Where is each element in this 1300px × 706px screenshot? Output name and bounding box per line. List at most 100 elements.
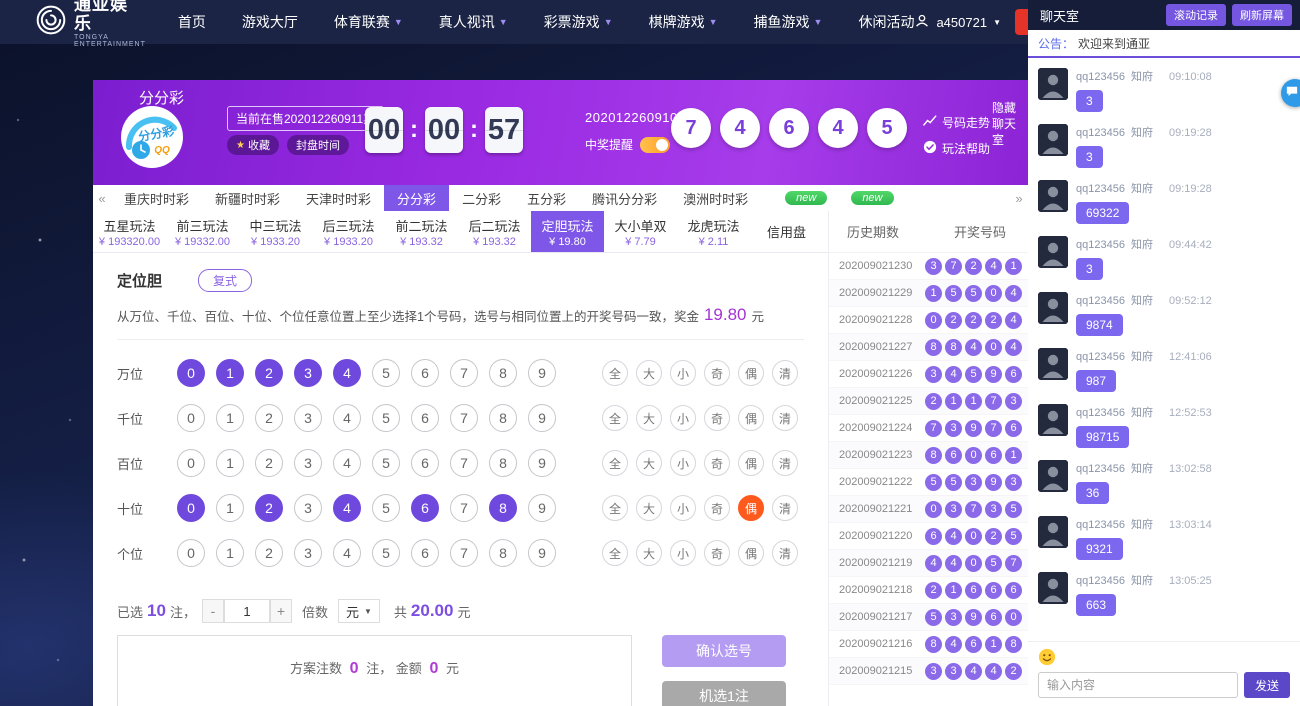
number-ball[interactable]: 9 xyxy=(528,404,556,432)
mode-pill-button[interactable]: 复式 xyxy=(198,269,252,292)
lottery-tab[interactable]: 五分彩 xyxy=(514,185,579,211)
number-ball[interactable]: 8 xyxy=(489,539,517,567)
number-ball[interactable]: 9 xyxy=(528,449,556,477)
trend-link[interactable]: 号码走势 xyxy=(923,114,990,131)
quick-select-button[interactable]: 清 xyxy=(772,360,798,386)
unit-select[interactable]: 元 ▼ xyxy=(338,599,380,623)
tabs-prev-arrow[interactable]: « xyxy=(93,185,111,211)
nav-item[interactable]: 体育联赛▼ xyxy=(334,12,403,32)
nav-item[interactable]: 棋牌游戏▼ xyxy=(649,12,718,32)
number-ball[interactable]: 8 xyxy=(489,359,517,387)
play-method-tab[interactable]: 信用盘 xyxy=(750,211,823,252)
number-ball[interactable]: 3 xyxy=(294,359,322,387)
play-method-tab[interactable]: 龙虎玩法¥ 2.11 xyxy=(677,211,750,252)
number-ball[interactable]: 1 xyxy=(216,359,244,387)
number-ball[interactable]: 9 xyxy=(528,539,556,567)
play-method-tab[interactable]: 定胆玩法¥ 19.80 xyxy=(531,211,604,252)
number-ball[interactable]: 5 xyxy=(372,494,400,522)
random-pick-button[interactable]: 机选1注 xyxy=(662,681,786,706)
number-ball[interactable]: 5 xyxy=(372,539,400,567)
number-ball[interactable]: 6 xyxy=(411,539,439,567)
quick-select-button[interactable]: 小 xyxy=(670,495,696,521)
number-ball[interactable]: 3 xyxy=(294,404,322,432)
nav-item[interactable]: 休闲活动 xyxy=(858,12,914,32)
nav-item[interactable]: 真人视讯▼ xyxy=(439,12,508,32)
quick-select-button[interactable]: 小 xyxy=(670,450,696,476)
quick-select-button[interactable]: 小 xyxy=(670,540,696,566)
multiplier-input[interactable] xyxy=(224,599,270,623)
hide-chat-button[interactable]: 隐藏聊天室 xyxy=(992,100,1026,148)
quick-select-button[interactable]: 偶 xyxy=(738,360,764,386)
quick-select-button[interactable]: 大 xyxy=(636,495,662,521)
quick-select-button[interactable]: 全 xyxy=(602,495,628,521)
number-ball[interactable]: 4 xyxy=(333,449,361,477)
number-ball[interactable]: 0 xyxy=(177,359,205,387)
play-method-tab[interactable]: 中三玩法¥ 1933.20 xyxy=(239,211,312,252)
quick-select-button[interactable]: 清 xyxy=(772,540,798,566)
number-ball[interactable]: 2 xyxy=(255,359,283,387)
number-ball[interactable]: 3 xyxy=(294,494,322,522)
number-ball[interactable]: 2 xyxy=(255,404,283,432)
number-ball[interactable]: 0 xyxy=(177,449,205,477)
quick-select-button[interactable]: 大 xyxy=(636,450,662,476)
quick-select-button[interactable]: 全 xyxy=(602,360,628,386)
quick-select-button[interactable]: 小 xyxy=(670,405,696,431)
lottery-tab[interactable]: 分分彩 xyxy=(384,185,449,211)
number-ball[interactable]: 8 xyxy=(489,404,517,432)
win-alert-toggle[interactable] xyxy=(640,137,670,153)
new-badge[interactable]: new xyxy=(785,191,827,205)
number-ball[interactable]: 6 xyxy=(411,449,439,477)
number-ball[interactable]: 8 xyxy=(489,449,517,477)
play-method-tab[interactable]: 五星玩法¥ 193320.00 xyxy=(93,211,166,252)
quick-select-button[interactable]: 奇 xyxy=(704,360,730,386)
quick-select-button[interactable]: 奇 xyxy=(704,405,730,431)
number-ball[interactable]: 0 xyxy=(177,404,205,432)
quick-select-button[interactable]: 大 xyxy=(636,540,662,566)
number-ball[interactable]: 2 xyxy=(255,494,283,522)
nav-item[interactable]: 首页 xyxy=(178,12,206,32)
number-ball[interactable]: 1 xyxy=(216,404,244,432)
quick-select-button[interactable]: 全 xyxy=(602,540,628,566)
quick-select-button[interactable]: 偶 xyxy=(738,495,764,521)
help-link[interactable]: 玩法帮助 xyxy=(923,140,990,157)
number-ball[interactable]: 9 xyxy=(528,359,556,387)
user-menu[interactable]: a450721 ▼ xyxy=(914,13,1001,32)
number-ball[interactable]: 6 xyxy=(411,404,439,432)
number-ball[interactable]: 1 xyxy=(216,539,244,567)
number-ball[interactable]: 2 xyxy=(255,539,283,567)
play-method-tab[interactable]: 前三玩法¥ 19332.00 xyxy=(166,211,239,252)
scroll-log-button[interactable]: 滚动记录 xyxy=(1166,4,1226,26)
number-ball[interactable]: 4 xyxy=(333,539,361,567)
number-ball[interactable]: 7 xyxy=(450,449,478,477)
nav-item[interactable]: 游戏大厅 xyxy=(242,12,298,32)
play-method-tab[interactable]: 前二玩法¥ 193.32 xyxy=(385,211,458,252)
tabs-next-arrow[interactable]: » xyxy=(1010,185,1028,211)
lottery-tab[interactable]: 澳洲时时彩 xyxy=(670,185,761,211)
quick-select-button[interactable]: 小 xyxy=(670,360,696,386)
brand-logo[interactable]: 通亚娱乐 TONGYA ENTERTAINMENT xyxy=(36,0,146,48)
quick-select-button[interactable]: 清 xyxy=(772,450,798,476)
increase-button[interactable]: + xyxy=(270,599,292,623)
nav-item[interactable]: 彩票游戏▼ xyxy=(544,12,613,32)
favorite-button[interactable]: ★收藏 xyxy=(227,135,279,155)
number-ball[interactable]: 5 xyxy=(372,359,400,387)
number-ball[interactable]: 7 xyxy=(450,359,478,387)
quick-select-button[interactable]: 大 xyxy=(636,360,662,386)
quick-select-button[interactable]: 全 xyxy=(602,405,628,431)
number-ball[interactable]: 6 xyxy=(411,494,439,522)
quick-select-button[interactable]: 清 xyxy=(772,495,798,521)
play-method-tab[interactable]: 后二玩法¥ 193.32 xyxy=(458,211,531,252)
number-ball[interactable]: 7 xyxy=(450,494,478,522)
lottery-tab[interactable]: 天津时时彩 xyxy=(293,185,384,211)
emoji-button[interactable] xyxy=(1038,648,1056,666)
quick-select-button[interactable]: 全 xyxy=(602,450,628,476)
refresh-screen-button[interactable]: 刷新屏幕 xyxy=(1232,4,1292,26)
number-ball[interactable]: 8 xyxy=(489,494,517,522)
decrease-button[interactable]: - xyxy=(202,599,224,623)
number-ball[interactable]: 2 xyxy=(255,449,283,477)
number-ball[interactable]: 9 xyxy=(528,494,556,522)
lottery-tab[interactable]: 腾讯分分彩 xyxy=(579,185,670,211)
number-ball[interactable]: 5 xyxy=(372,404,400,432)
quick-select-button[interactable]: 大 xyxy=(636,405,662,431)
number-ball[interactable]: 4 xyxy=(333,404,361,432)
